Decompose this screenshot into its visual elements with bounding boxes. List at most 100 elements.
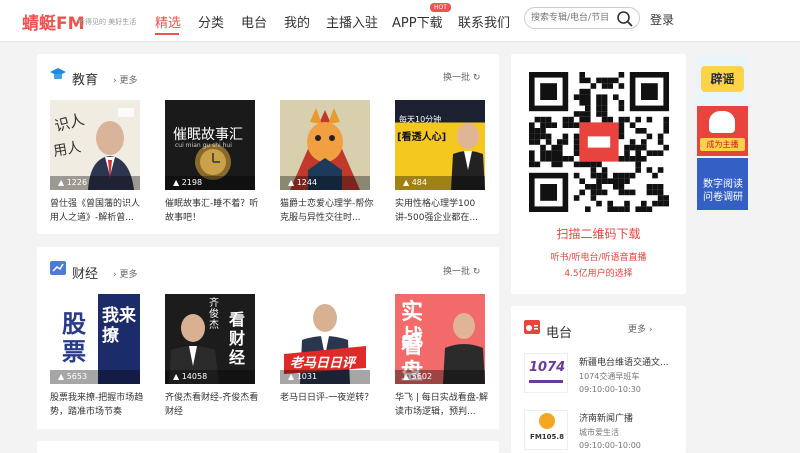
- logo[interactable]: 蜻蜓FM: [22, 9, 85, 34]
- qr-module: [652, 200, 658, 207]
- qr-module: [657, 189, 664, 196]
- qr-module: [585, 111, 591, 117]
- qr-module: [545, 156, 552, 162]
- qr-module: [562, 133, 569, 140]
- play-count: ▲ 1226: [50, 176, 140, 190]
- qr-module: [573, 94, 580, 100]
- sidebar-survey[interactable]: 数字阅读问卷调研: [697, 158, 748, 210]
- qr-module: [646, 167, 653, 173]
- nav-featured[interactable]: 精选: [155, 12, 181, 31]
- qr-module: [624, 200, 630, 207]
- education-caption-2[interactable]: 催眠故事汇-睡不着？听故事吧！: [165, 197, 261, 225]
- qr-module: [585, 116, 591, 123]
- education-cover-1[interactable]: 识人 用人 ▲ 1226: [50, 100, 140, 190]
- education-caption-1[interactable]: 曾仕强《曾国藩的识人用人之道》-解析曾...: [50, 197, 146, 225]
- education-caption-3[interactable]: 猫爵士恋爱心理学-帮你克服与异性交往时...: [280, 197, 376, 225]
- search-input[interactable]: [531, 11, 615, 25]
- qr-module: [624, 206, 630, 212]
- finance-cover-1[interactable]: 股票 我来撩 ▲ 5653: [50, 294, 140, 384]
- radio-show-2: 城市爱生活: [579, 428, 619, 437]
- education-more[interactable]: › 更多: [113, 73, 137, 86]
- play-count: ▲ 2198: [165, 176, 255, 190]
- qr-module: [590, 189, 597, 196]
- search-box[interactable]: [524, 7, 640, 29]
- education-cover-2[interactable]: 催眠故事汇 cui mian gu shi hui ▲ 2198: [165, 100, 255, 190]
- qr-module: [607, 178, 613, 184]
- qr-module: [624, 116, 630, 123]
- finance-cover-4[interactable]: 实战 看盘 ▲ 5602: [395, 294, 485, 384]
- qr-module: [551, 150, 557, 156]
- qr-module: [657, 150, 664, 156]
- nav-app-download[interactable]: APP下载: [392, 12, 443, 31]
- qr-module: [573, 122, 580, 128]
- radio-name-1[interactable]: 新疆电台维语交通文...: [579, 355, 669, 368]
- qr-module: [590, 167, 597, 173]
- qr-module: [529, 122, 535, 128]
- sidebar-anchor-label: 成为主播: [700, 138, 745, 151]
- radio-logo-bar: [529, 380, 563, 383]
- qr-module: [641, 200, 647, 207]
- play-count-value: 2198: [181, 178, 203, 187]
- sidebar-rumor-label: 辟谣: [701, 66, 744, 92]
- qr-code-image[interactable]: [529, 72, 669, 212]
- qr-module: [601, 189, 608, 196]
- qr-module: [545, 122, 552, 128]
- flame-icon: ▲: [58, 178, 65, 187]
- qr-module: [641, 144, 647, 151]
- qr-module: [624, 156, 630, 162]
- play-count-value: 1226: [66, 178, 88, 187]
- qr-module: [579, 161, 585, 168]
- sidebar-rumor[interactable]: 辟谣: [697, 54, 748, 104]
- qr-module: [573, 150, 580, 156]
- finance-cover-3[interactable]: 老马日日评 ▲ 1031: [280, 294, 370, 384]
- education-cover-3[interactable]: ▲ 1244: [280, 100, 370, 190]
- radio-logo-2[interactable]: FM105.8: [524, 410, 568, 450]
- nav-contact[interactable]: 联系我们: [458, 12, 510, 31]
- radio-title: 电台: [546, 326, 573, 341]
- radio-show-1: 1074交通早班车: [579, 372, 640, 381]
- cover-top-text: 每天10分钟: [399, 115, 442, 124]
- finance-caption-4[interactable]: 华飞 | 每日实战看盘-解读市场逻辑，预判...: [395, 391, 491, 419]
- finance-caption-3[interactable]: 老马日日评-一夜逆转？: [280, 391, 376, 419]
- qr-module: [562, 139, 569, 145]
- qr-module: [585, 77, 591, 84]
- qr-module: [573, 195, 580, 201]
- nav-mine[interactable]: 我的: [284, 12, 310, 31]
- search-icon[interactable]: [616, 10, 634, 28]
- qr-module: [607, 206, 613, 212]
- qr-module: [601, 105, 608, 112]
- finance-swap[interactable]: 换一批 ↻: [443, 264, 480, 277]
- nav-radio[interactable]: 电台: [241, 12, 267, 31]
- qr-module: [573, 172, 580, 179]
- finance-more[interactable]: › 更多: [113, 267, 137, 280]
- radio-more[interactable]: 更多 ›: [628, 322, 653, 335]
- qr-module: [635, 150, 641, 156]
- education-swap-label: 换一批: [443, 73, 471, 83]
- qr-module: [641, 139, 647, 145]
- education-cover-4[interactable]: 每天10分钟 [看透人心] ▲ 484: [395, 100, 485, 190]
- radio-name-2[interactable]: 济南新闻广播: [579, 411, 633, 424]
- nav-category[interactable]: 分类: [198, 12, 224, 31]
- qr-module: [663, 116, 669, 123]
- flame-icon: ▲: [403, 178, 410, 187]
- nav-anchor-join[interactable]: 主播入驻: [326, 12, 378, 31]
- radio-logo-1[interactable]: 1074: [524, 353, 568, 393]
- education-caption-4[interactable]: 实用性格心理学100讲-500强企业都在...: [395, 197, 491, 225]
- finance-caption-2[interactable]: 齐俊杰看财经-齐俊杰看财经: [165, 391, 261, 419]
- qr-module: [579, 94, 585, 100]
- finance-cover-2[interactable]: 齐俊杰 看财经 ▲ 14058: [165, 294, 255, 384]
- qr-module: [540, 116, 546, 123]
- finance-title: 财经: [72, 267, 99, 282]
- qr-module: [534, 128, 541, 134]
- qr-module: [540, 184, 557, 201]
- qr-module: [646, 184, 653, 190]
- flame-icon: ▲: [58, 372, 65, 381]
- finance-caption-1[interactable]: 股票我来撩-把握市场趋势，踏准市场节奏: [50, 391, 146, 419]
- qr-module: [601, 100, 608, 106]
- education-swap[interactable]: 换一批 ↻: [443, 70, 480, 83]
- login-link[interactable]: 登录: [650, 11, 674, 28]
- cover-title: 催眠故事汇: [173, 127, 243, 143]
- sidebar-become-anchor[interactable]: 成为主播: [697, 106, 748, 156]
- qr-module: [624, 189, 630, 196]
- play-count-value: 14058: [181, 372, 208, 381]
